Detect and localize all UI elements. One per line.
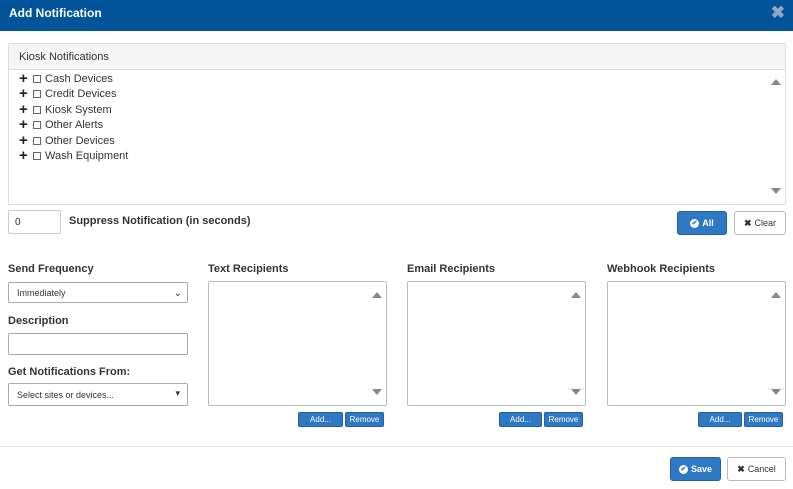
email-recipients-label: Email Recipients — [407, 263, 496, 275]
tree-item-other-alerts[interactable]: + Other Alerts — [19, 117, 785, 134]
expand-plus-icon[interactable]: + — [19, 102, 31, 117]
scroll-up-arrow-icon[interactable] — [771, 292, 781, 298]
remove-email-recipient-button[interactable]: Remove — [544, 412, 583, 427]
scroll-down-arrow-icon[interactable] — [372, 389, 382, 395]
save-label: Save — [690, 464, 713, 474]
tree-item-credit-devices[interactable]: + Credit Devices — [19, 86, 785, 103]
send-frequency-value: Immediately — [17, 287, 66, 298]
expand-plus-icon[interactable]: + — [19, 71, 31, 86]
select-all-label: All — [702, 218, 714, 228]
close-x-icon: ✖ — [743, 217, 752, 228]
remove-text-recipient-button[interactable]: Remove — [345, 412, 384, 427]
scroll-up-arrow-icon[interactable] — [571, 292, 581, 298]
footer-divider — [0, 446, 793, 447]
suppress-label: Suppress Notification (in seconds) — [69, 215, 251, 227]
add-text-recipient-button[interactable]: Add... — [298, 412, 343, 427]
text-recipients-label: Text Recipients — [208, 263, 289, 275]
add-webhook-recipient-button[interactable]: Add... — [698, 412, 742, 427]
tree-checkbox[interactable] — [33, 74, 41, 83]
tree-checkbox[interactable] — [33, 136, 41, 145]
clear-button[interactable]: ✖ Clear — [734, 211, 786, 235]
add-email-recipient-button[interactable]: Add... — [499, 412, 542, 427]
dialog-title: Add Notification — [9, 6, 102, 20]
webhook-recipients-list[interactable] — [607, 281, 786, 406]
tree-item-other-devices[interactable]: + Other Devices — [19, 133, 785, 149]
tree-item-wash-equipment[interactable]: + Wash Equipment — [19, 148, 785, 165]
send-frequency-select[interactable]: Immediately ⌄ — [8, 282, 188, 303]
clear-label: Clear — [754, 218, 777, 228]
expand-plus-icon[interactable]: + — [19, 133, 31, 148]
sites-devices-placeholder: Select sites or devices... — [17, 389, 115, 400]
close-icon[interactable]: ✖ — [771, 3, 785, 23]
tree-checkbox[interactable] — [33, 105, 41, 114]
text-recipients-list[interactable] — [208, 281, 387, 406]
tree-checkbox[interactable] — [33, 90, 41, 99]
email-recipients-list[interactable] — [407, 281, 586, 406]
tree-item-kiosk-system[interactable]: + Kiosk System — [19, 102, 785, 118]
tree-checkbox[interactable] — [33, 152, 41, 161]
tree-item-label: Other Devices — [45, 134, 115, 147]
check-circle-icon: ✔ — [690, 218, 700, 228]
cancel-button[interactable]: ✖ Cancel — [727, 457, 786, 481]
expand-plus-icon[interactable]: + — [19, 148, 31, 163]
description-label: Description — [8, 315, 69, 327]
scroll-up-arrow-icon[interactable] — [771, 79, 781, 85]
scroll-up-arrow-icon[interactable] — [372, 292, 382, 298]
send-frequency-label: Send Frequency — [8, 263, 94, 275]
tree-list: + Cash Devices + Credit Devices + Kiosk … — [9, 70, 785, 164]
tree-header: Kiosk Notifications — [9, 44, 785, 70]
tree-body[interactable]: + Cash Devices + Credit Devices + Kiosk … — [9, 70, 785, 204]
tree-item-label: Other Alerts — [45, 119, 104, 132]
chevron-down-icon: ⌄ — [173, 288, 182, 299]
remove-webhook-recipient-button[interactable]: Remove — [744, 412, 783, 427]
tree-item-label: Credit Devices — [45, 88, 117, 101]
tree-item-label: Kiosk System — [45, 103, 112, 116]
description-input[interactable] — [8, 333, 188, 355]
tree-item-label: Wash Equipment — [45, 150, 129, 163]
suppress-seconds-input[interactable] — [8, 210, 61, 234]
expand-plus-icon[interactable]: + — [19, 117, 31, 132]
tree-checkbox[interactable] — [33, 121, 41, 130]
tree-item-label: Cash Devices — [45, 72, 113, 85]
webhook-recipients-label: Webhook Recipients — [607, 263, 715, 275]
select-all-button[interactable]: ✔ All — [677, 211, 727, 235]
dialog-titlebar: Add Notification ✖ — [0, 0, 793, 31]
scroll-down-arrow-icon[interactable] — [771, 188, 781, 194]
close-x-icon: ✖ — [737, 463, 745, 474]
scroll-down-arrow-icon[interactable] — [571, 389, 581, 395]
cancel-label: Cancel — [747, 464, 776, 474]
sites-devices-select[interactable]: Select sites or devices... ▾ — [8, 383, 188, 406]
expand-plus-icon[interactable]: + — [19, 86, 31, 101]
scroll-down-arrow-icon[interactable] — [771, 389, 781, 395]
check-circle-icon: ✔ — [678, 464, 688, 474]
caret-down-icon: ▾ — [175, 388, 180, 398]
kiosk-notifications-panel: Kiosk Notifications + Cash Devices + Cre… — [8, 43, 786, 205]
get-notifications-from-label: Get Notifications From: — [8, 366, 131, 378]
save-button[interactable]: ✔ Save — [670, 457, 721, 481]
tree-item-cash-devices[interactable]: + Cash Devices — [19, 71, 785, 87]
